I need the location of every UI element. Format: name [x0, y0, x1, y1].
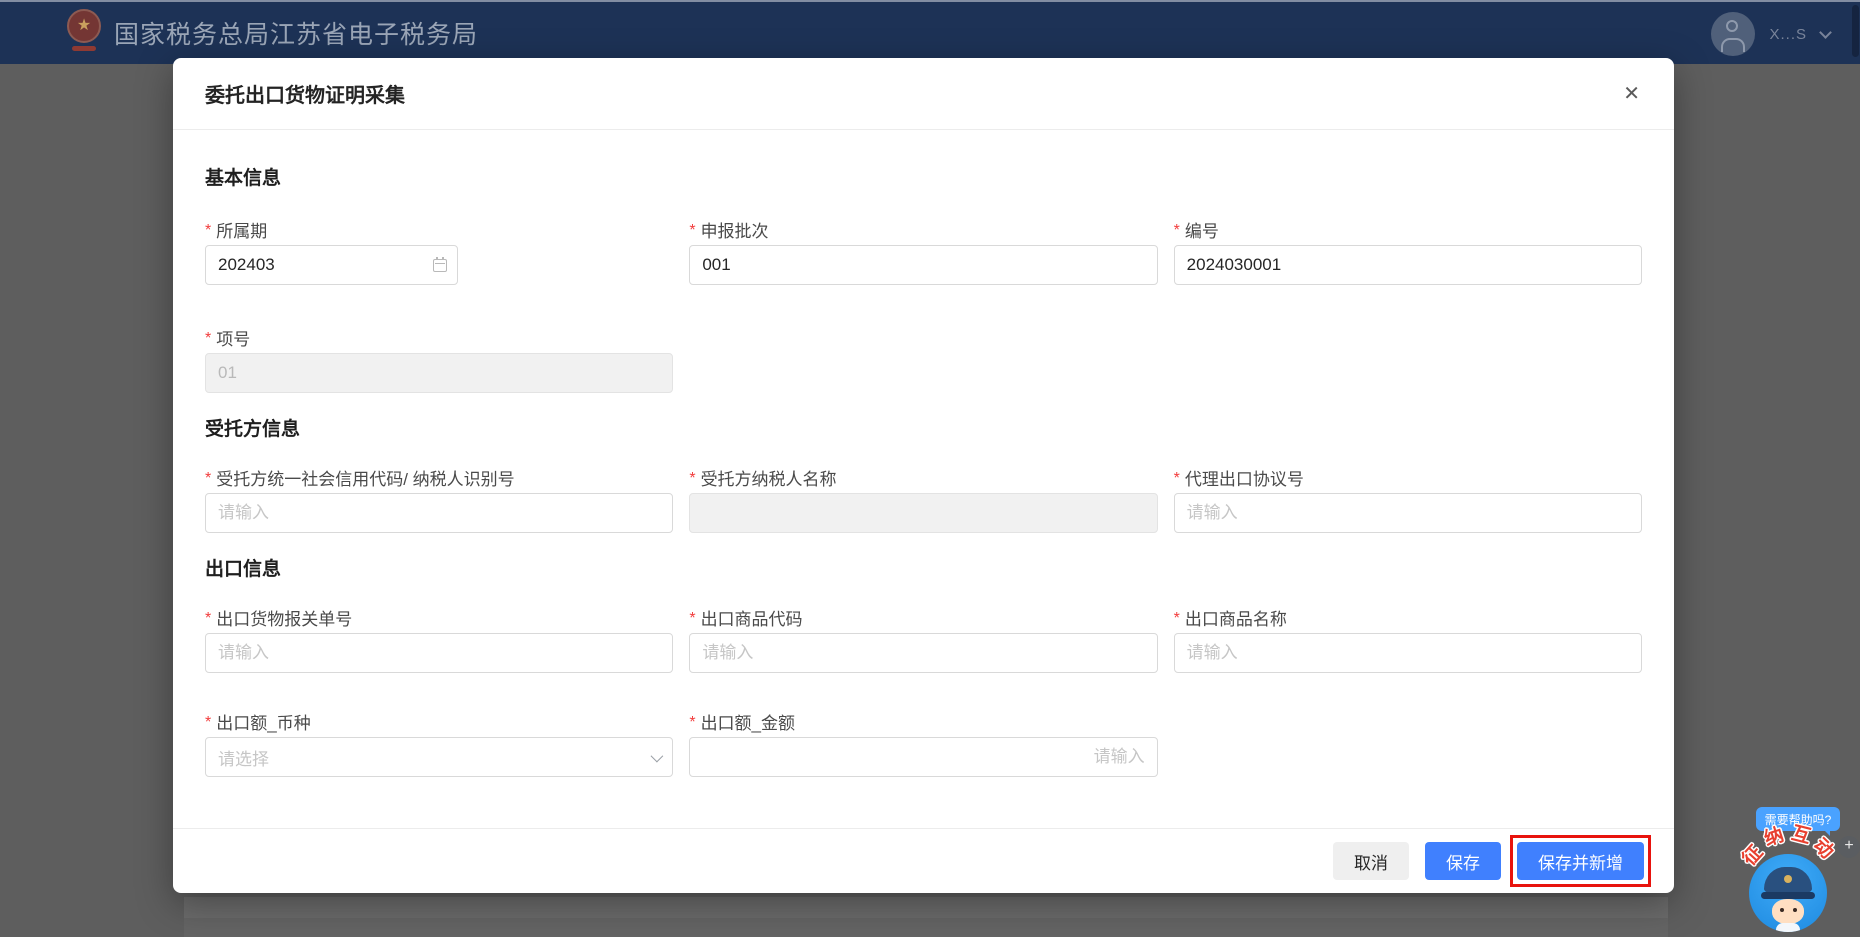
required-asterisk: * [1173, 470, 1180, 487]
chevron-down-icon [1819, 25, 1832, 39]
agency-agreement-no-input[interactable] [1173, 493, 1642, 533]
tax-mascot-icon[interactable] [1749, 854, 1827, 932]
field-commodity-name: * 出口商品名称 [1173, 605, 1642, 673]
help-widget: 需要帮助吗? + 征 纳 互 动 [1737, 800, 1860, 937]
export-certificate-dialog: 委托出口货物证明采集 ✕ 基本信息 * 所属期 * 申报批次 [173, 58, 1674, 893]
commodity-name-input[interactable] [1173, 633, 1642, 673]
dialog-footer: 取消 保存 保存并新增 [173, 828, 1674, 893]
currency-select[interactable]: 请选择 [205, 737, 674, 777]
field-label: 编号 [1184, 221, 1219, 241]
required-asterisk: * [689, 470, 696, 487]
field-period: * 所属期 [205, 217, 673, 285]
field-label: 出口额_金额 [700, 713, 796, 733]
field-item-no: * 项号 [205, 325, 674, 393]
user-avatar-icon[interactable] [1711, 12, 1756, 56]
cancel-button[interactable]: 取消 [1333, 842, 1409, 880]
field-commodity-code: * 出口商品代码 [689, 605, 1158, 673]
national-emblem-icon [66, 9, 102, 57]
consignee-name-input [689, 493, 1158, 533]
user-menu[interactable]: X...S [1711, 2, 1832, 66]
batch-input[interactable] [689, 245, 1158, 285]
amount-input[interactable] [689, 737, 1158, 777]
dialog-title: 委托出口货物证明采集 [205, 85, 405, 107]
required-asterisk: * [205, 222, 212, 239]
required-asterisk: * [205, 330, 212, 347]
field-label: 出口货物报关单号 [216, 609, 353, 629]
field-agency-agreement-no: * 代理出口协议号 [1173, 465, 1642, 533]
field-label: 受托方纳税人名称 [700, 469, 837, 489]
number-input[interactable] [1173, 245, 1642, 285]
chevron-down-icon [650, 749, 664, 762]
required-asterisk: * [1173, 610, 1180, 627]
close-icon[interactable]: ✕ [1619, 80, 1644, 108]
plus-icon[interactable]: + [1838, 836, 1860, 858]
field-label: 出口额_币种 [216, 713, 311, 733]
required-asterisk: * [689, 222, 696, 239]
badge-char: 动 [1808, 834, 1838, 864]
field-label: 出口商品名称 [1184, 609, 1287, 629]
field-batch: * 申报批次 [689, 217, 1158, 285]
field-amount: * 出口额_金额 [689, 709, 1158, 777]
dialog-body: 基本信息 * 所属期 * 申报批次 [173, 130, 1674, 828]
field-currency: * 出口额_币种 请选择 [205, 709, 674, 777]
dimmed-page-content [184, 918, 1668, 937]
commodity-code-input[interactable] [689, 633, 1158, 673]
customs-declaration-no-input[interactable] [205, 633, 674, 673]
section-export-info: 出口信息 [205, 559, 282, 580]
required-asterisk: * [1173, 222, 1180, 239]
field-label: 代理出口协议号 [1184, 469, 1304, 489]
calendar-icon[interactable] [433, 256, 447, 272]
credit-code-input[interactable] [205, 493, 674, 533]
dialog-header: 委托出口货物证明采集 ✕ [173, 58, 1674, 130]
field-credit-code: * 受托方统一社会信用代码/ 纳税人识别号 [205, 465, 674, 533]
app-header: 国家税务总局江苏省电子税务局 X...S [0, 0, 1860, 64]
field-customs-declaration-no: * 出口货物报关单号 [205, 605, 674, 673]
user-name: X...S [1769, 25, 1807, 43]
section-consignee-info: 受托方信息 [205, 419, 301, 440]
required-asterisk: * [205, 714, 212, 731]
period-input[interactable] [205, 245, 458, 285]
field-label: 受托方统一社会信用代码/ 纳税人识别号 [216, 469, 515, 489]
scrollbar-thumb[interactable] [1852, 5, 1859, 57]
save-and-add-button[interactable]: 保存并新增 [1517, 842, 1644, 880]
field-number: * 编号 [1173, 217, 1642, 285]
dimmed-page-content [184, 897, 1668, 918]
select-placeholder: 请选择 [218, 749, 269, 769]
field-label: 出口商品代码 [700, 609, 803, 629]
field-consignee-name: * 受托方纳税人名称 [689, 465, 1158, 533]
item-no-input [205, 353, 674, 393]
save-button[interactable]: 保存 [1425, 842, 1501, 880]
section-basic-info: 基本信息 [205, 168, 282, 189]
field-label: 项号 [216, 329, 251, 349]
required-asterisk: * [689, 714, 696, 731]
required-asterisk: * [205, 610, 212, 627]
field-label: 所属期 [216, 221, 268, 241]
field-label: 申报批次 [700, 221, 769, 241]
required-asterisk: * [689, 610, 696, 627]
required-asterisk: * [205, 470, 212, 487]
portal-title: 国家税务总局江苏省电子税务局 [114, 21, 479, 49]
